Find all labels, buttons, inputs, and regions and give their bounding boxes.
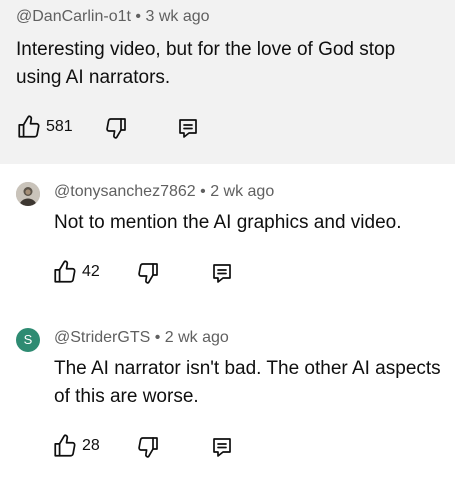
like-button[interactable] [16, 114, 42, 140]
like-button[interactable] [52, 433, 78, 459]
reply-author-handle[interactable]: @tonysanchez7862 [54, 183, 196, 200]
dislike-button[interactable] [136, 261, 160, 285]
reply-item: @tonysanchez7862 • 2 wk ago Not to menti… [0, 164, 455, 310]
thumbs-up-icon [18, 115, 40, 138]
avatar[interactable] [16, 182, 40, 206]
reply-button[interactable] [210, 261, 234, 285]
like-count: 28 [82, 437, 100, 454]
thumbs-up-icon [54, 434, 76, 457]
reply-timestamp[interactable]: 2 wk ago [210, 183, 274, 200]
avatar-letter: S [23, 332, 33, 347]
dislike-button[interactable] [104, 116, 128, 140]
comment-text: Interesting video, but for the love of G… [16, 39, 396, 88]
reply-author-handle[interactable]: @StriderGTS [54, 329, 150, 346]
reply-meta: @tonysanchez7862 • 2 wk ago [54, 183, 274, 201]
dislike-button[interactable] [136, 435, 160, 459]
reply-text: Not to mention the AI graphics and video… [54, 212, 402, 233]
thumbs-down-icon [138, 263, 158, 284]
meta-separator: • [135, 8, 142, 25]
like-count: 581 [46, 118, 73, 135]
like-button[interactable] [52, 259, 78, 285]
reply-comment-icon [213, 264, 231, 283]
reply-button[interactable] [210, 435, 234, 459]
thumbs-down-icon [138, 437, 158, 458]
reply-item: S @StriderGTS • 2 wk ago The AI narrator… [0, 310, 455, 477]
photo-avatar-icon [16, 182, 40, 206]
comment-author-handle[interactable]: @DanCarlin-o1t [16, 8, 131, 25]
reply-meta: @StriderGTS • 2 wk ago [54, 329, 229, 347]
comment-item: @DanCarlin-o1t • 3 wk ago Interesting vi… [0, 0, 455, 164]
reply-timestamp[interactable]: 2 wk ago [165, 329, 229, 346]
reply-button[interactable] [176, 116, 200, 140]
reply-comment-icon [179, 119, 197, 138]
reply-text: The AI narrator isn't bad. The other AI … [54, 358, 441, 407]
meta-separator: • [200, 183, 206, 200]
thumbs-up-icon [54, 260, 76, 283]
like-count: 42 [82, 263, 100, 280]
meta-separator: • [154, 329, 161, 346]
reply-comment-icon [213, 438, 231, 457]
avatar[interactable]: S [16, 328, 40, 352]
comment-timestamp[interactable]: 3 wk ago [145, 8, 209, 25]
thumbs-down-icon [106, 118, 126, 139]
comment-meta: @DanCarlin-o1t • 3 wk ago [16, 8, 210, 26]
